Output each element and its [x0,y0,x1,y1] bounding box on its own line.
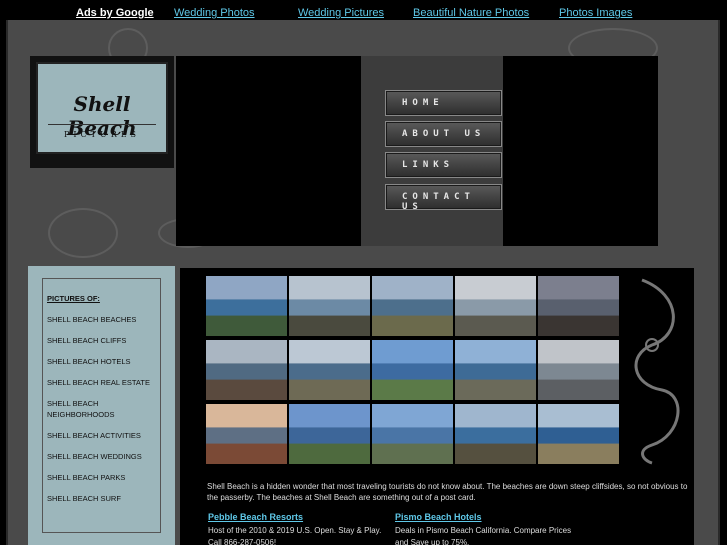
sidebar-heading: PICTURES OF: [47,294,100,303]
beach-house-photo[interactable] [372,404,453,464]
sidebar-item-surf[interactable]: SHELL BEACH SURF [47,493,156,504]
sidebar: PICTURES OF: SHELL BEACH BEACHES SHELL B… [28,266,175,545]
sidebar-item-beaches[interactable]: SHELL BEACH BEACHES [47,314,156,325]
nav-about-label: ABOUT US [402,129,486,139]
logo-divider [48,124,156,125]
coast-town-photo[interactable] [206,276,287,336]
promo-pismo-beach: Pismo Beach Hotels Deals in Pismo Beach … [395,512,580,545]
nav-links-label: LINKS [402,160,455,170]
logo-panel: Shell Beach PICTURES [36,62,168,154]
sidebar-item-parks[interactable]: SHELL BEACH PARKS [47,472,156,483]
nav-home-label: HOME [402,98,444,108]
header-nav-panel [361,56,503,246]
coast-homes-photo[interactable] [455,340,536,400]
logo-subtitle: PICTURES [63,130,141,139]
promo-pebble-beach-text: Host of the 2010 & 2019 U.S. Open. Stay … [208,526,382,545]
header-black-panel-right [503,56,658,246]
rock-sunset-photo[interactable] [206,404,287,464]
shoreline-photo[interactable] [455,276,536,336]
nav-home-button[interactable]: HOME [385,90,502,116]
ad-link-wedding-pictures[interactable]: Wedding Pictures [298,7,384,19]
header-black-panel-left [176,56,361,246]
bluff-path-photo[interactable] [372,276,453,336]
sidebar-item-hotels[interactable]: SHELL BEACH HOTELS [47,356,156,367]
promo-pebble-beach-link[interactable]: Pebble Beach Resorts [208,512,393,522]
ad-link-nature-photos[interactable]: Beautiful Nature Photos [413,7,529,19]
decor-flourish [634,278,680,465]
promo-pismo-beach-text: Deals in Pismo Beach California. Compare… [395,526,572,545]
nav-links-button[interactable]: LINKS [385,152,502,178]
sidebar-item-real-estate[interactable]: SHELL BEACH REAL ESTATE [47,377,156,388]
sidebar-item-activities[interactable]: SHELL BEACH ACTIVITIES [47,430,156,441]
main-content: Shell Beach is a hidden wonder that most… [180,268,694,545]
grassy-cliff-photo[interactable] [289,340,370,400]
rocky-cove-photo[interactable] [206,340,287,400]
ads-by-google-label[interactable]: Ads by Google [76,7,154,19]
resort-building-photo[interactable] [289,404,370,464]
coast-bay-photo[interactable] [538,404,619,464]
decor-swirl [48,208,118,258]
sidebar-item-cliffs[interactable]: SHELL BEACH CLIFFS [47,335,156,346]
nav-contact-button[interactable]: CONTACT US [385,184,502,212]
sidebar-item-weddings[interactable]: SHELL BEACH WEDDINGS [47,451,156,462]
ad-bar: Ads by Google Wedding Photos Wedding Pic… [0,0,727,20]
intro-text: Shell Beach is a hidden wonder that most… [207,482,688,502]
ad-link-photos-images[interactable]: Photos Images [559,7,632,19]
promo-pismo-beach-link[interactable]: Pismo Beach Hotels [395,512,580,522]
fence-overlook-photo[interactable] [538,340,619,400]
promo-pebble-beach: Pebble Beach Resorts Host of the 2010 & … [208,512,393,545]
nav-about-button[interactable]: ABOUT US [385,121,502,147]
site-logo[interactable]: Shell Beach PICTURES [30,56,174,168]
sidebar-menu: PICTURES OF: SHELL BEACH BEACHES SHELL B… [42,278,161,533]
ad-link-wedding-photos[interactable]: Wedding Photos [174,7,255,19]
palm-houses-photo[interactable] [372,340,453,400]
sidebar-item-neighborhoods[interactable]: SHELL BEACH NEIGHBORHOODS [47,398,156,420]
surf-rocks-photo[interactable] [289,276,370,336]
nav-contact-label: CONTACT US [402,192,475,212]
wave-rocks-photo[interactable] [455,404,536,464]
cliff-sunset-photo[interactable] [538,276,619,336]
